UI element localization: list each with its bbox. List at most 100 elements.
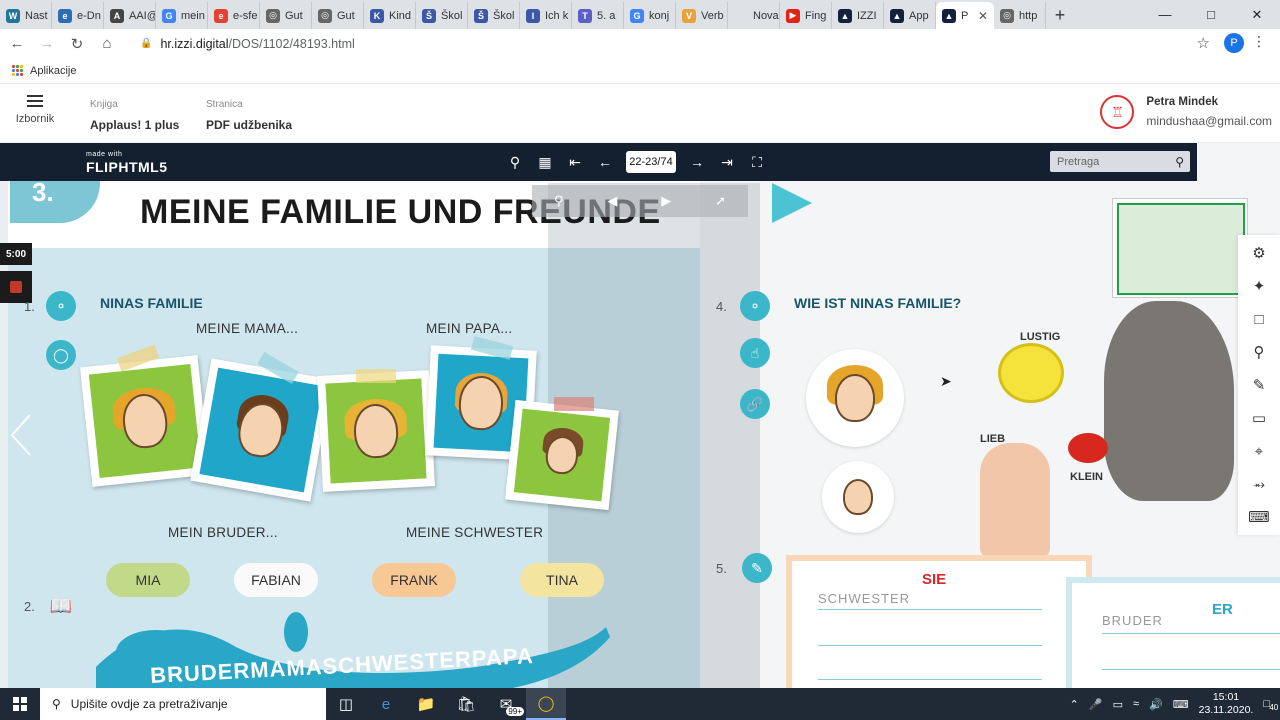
volume-icon[interactable]: 🔊 (1149, 698, 1163, 711)
apps-bookmark-label[interactable]: Aplikacije (30, 65, 76, 77)
book-icon[interactable]: 📖 (46, 591, 76, 621)
battery-icon[interactable]: ▭ (1113, 698, 1123, 711)
keyboard-icon[interactable]: ⌨ (1248, 507, 1270, 527)
browser-tab[interactable]: Gmein (156, 2, 208, 29)
browser-tab[interactable]: ▲ P ✕ (936, 2, 994, 29)
pencil-icon[interactable]: ✎ (1249, 375, 1269, 395)
first-page-icon[interactable]: ⇤ (566, 152, 584, 172)
task-view-icon[interactable]: ◫ (326, 688, 366, 720)
browser-menu-icon[interactable]: ⋮ (1252, 33, 1266, 50)
search-icon[interactable]: ⚲ (1249, 342, 1269, 362)
play-icon[interactable] (772, 183, 812, 223)
countdown-timer[interactable]: 5:00 (0, 243, 32, 265)
menu-button[interactable]: Izbornik (14, 95, 56, 125)
address-bar[interactable]: 🔒 hr.izzi.digital/DOS/1102/48193.html (130, 30, 1220, 58)
listen-ear-icon[interactable]: ⚬ (46, 291, 76, 321)
search-overlay-icon[interactable]: ⚲ (554, 193, 564, 209)
minimize-button[interactable]: — (1142, 0, 1188, 29)
new-tab-button[interactable]: + (1046, 2, 1074, 29)
browser-tab[interactable]: e e-Dn (52, 2, 104, 29)
target-icon[interactable]: ⌖ (1249, 441, 1269, 461)
file-explorer-icon[interactable]: 📁 (406, 688, 446, 720)
clock[interactable]: 15:01 23.11.2020. (1199, 691, 1254, 717)
show-hidden-icons[interactable]: ⌃ (1070, 698, 1079, 711)
listen-ear-icon[interactable]: ⚬ (740, 291, 770, 321)
search-icon[interactable]: ⚲ (1175, 155, 1184, 169)
tab-label: Fing (805, 9, 827, 22)
next-page-icon[interactable]: → (688, 152, 706, 172)
wifi-icon[interactable]: ≈ (1133, 698, 1139, 710)
zoom-out-icon[interactable]: ⚲ (506, 152, 524, 172)
browser-tab[interactable]: Š Škol (468, 2, 520, 29)
page-indicator[interactable]: 22-23/74 (626, 151, 676, 173)
store-icon[interactable]: 🛍 (446, 688, 486, 720)
profile-avatar[interactable]: P (1224, 33, 1244, 53)
tab-label: Gut (285, 9, 303, 22)
speak-mouth-icon[interactable]: ◯ (46, 340, 76, 370)
notifications-count: 40 (1269, 703, 1279, 712)
browser-tab[interactable]: I Ich k (520, 2, 572, 29)
bookmark-star-icon[interactable]: ☆ (1197, 34, 1210, 52)
page-title: PDF udžbenika (206, 118, 293, 132)
word-lustig: LUSTIG (1020, 331, 1061, 343)
share-icon[interactable]: ⥇ (1249, 474, 1269, 494)
link-icon[interactable]: 🔗 (740, 389, 770, 419)
page-nav-overlay[interactable]: ⚲ ◀ ▶ ➚ (532, 185, 748, 217)
prev-overlay-icon[interactable]: ◀ (607, 193, 617, 209)
ladybug-image (1068, 433, 1108, 463)
browser-tab[interactable]: W Nast (0, 2, 52, 29)
write-icon[interactable]: ✎ (742, 553, 772, 583)
user-info[interactable]: ♖ Petra Mindek mindushaa@gmail.com (1100, 95, 1272, 129)
page-thumbnail-preview[interactable] (1112, 198, 1248, 298)
browser-tab[interactable]: ◎ Gut (260, 2, 312, 29)
back-button[interactable]: ← (4, 31, 30, 57)
browser-tab[interactable]: ◎ http (994, 2, 1046, 29)
breadcrumb-page[interactable]: Stranica PDF udžbenika (206, 99, 292, 132)
reload-button[interactable]: ↻ (64, 31, 90, 57)
taskbar-search-input[interactable]: ⚲ Upišite ovdje za pretraživanje (40, 688, 326, 720)
browser-tab[interactable]: A AAI@ (104, 2, 156, 29)
microphone-icon[interactable]: 🎤 (1089, 698, 1103, 711)
screen-icon[interactable]: ▭ (1249, 408, 1269, 428)
browser-tab[interactable]: K Kind (364, 2, 416, 29)
previous-page-arrow-icon[interactable] (10, 413, 32, 457)
touch-icon[interactable]: ☝ (740, 338, 770, 368)
browser-tab[interactable]: ▶ Fing (780, 2, 832, 29)
accessibility-icon[interactable]: ✦ (1249, 276, 1269, 296)
browser-tab[interactable]: T 5. a (572, 2, 624, 29)
browser-tab[interactable]: Gkonj (624, 2, 676, 29)
fullscreen-icon[interactable]: ⛶ (748, 152, 766, 172)
language-icon[interactable]: ⌨ (1173, 698, 1189, 711)
chrome-icon[interactable]: ◯ (526, 688, 566, 720)
browser-tab[interactable]: ▲ IZZI (832, 2, 884, 29)
edge-icon[interactable]: e (366, 688, 406, 720)
last-page-icon[interactable]: ⇥ (718, 152, 736, 172)
flipbook-search-input[interactable]: Pretraga ⚲ (1050, 151, 1190, 172)
start-button[interactable] (0, 688, 40, 720)
browser-tab[interactable]: Š Škol (416, 2, 468, 29)
next-overlay-icon[interactable]: ▶ (661, 193, 671, 209)
home-button[interactable]: ⌂ (94, 31, 120, 57)
prev-page-icon[interactable]: ← (596, 152, 614, 172)
writing-line (1102, 633, 1280, 634)
bookmark-icon[interactable]: □ (1249, 309, 1269, 329)
forward-button[interactable]: → (34, 31, 60, 57)
browser-tab[interactable]: ▲ App (884, 2, 936, 29)
browser-tab[interactable]: ◎ Gut (312, 2, 364, 29)
browser-tab[interactable]: e e-sfe (208, 2, 260, 29)
tab-favicon-icon: W (6, 8, 20, 23)
maximize-button[interactable]: □ (1188, 0, 1234, 29)
thumbnails-icon[interactable]: ▦ (536, 152, 554, 172)
izzi-header: Izbornik Knjiga Applaus! 1 plus Stranica… (0, 85, 1280, 143)
browser-tab[interactable]: Nova kar (728, 2, 780, 29)
apps-grid-icon[interactable] (12, 64, 24, 77)
settings-gear-icon[interactable]: ⚙ (1249, 243, 1269, 263)
search-icon: ⚲ (52, 697, 61, 711)
cursor-overlay-icon[interactable]: ➚ (715, 193, 726, 209)
browser-tab[interactable]: V Verb (676, 2, 728, 29)
mail-icon[interactable]: ✉ 99+ (486, 688, 526, 720)
notifications-icon[interactable]: □ 40 (1263, 698, 1278, 712)
close-window-button[interactable]: ✕ (1234, 0, 1280, 29)
breadcrumb-book[interactable]: Knjiga Applaus! 1 plus (90, 99, 179, 132)
close-tab-icon[interactable]: ✕ (978, 9, 988, 23)
